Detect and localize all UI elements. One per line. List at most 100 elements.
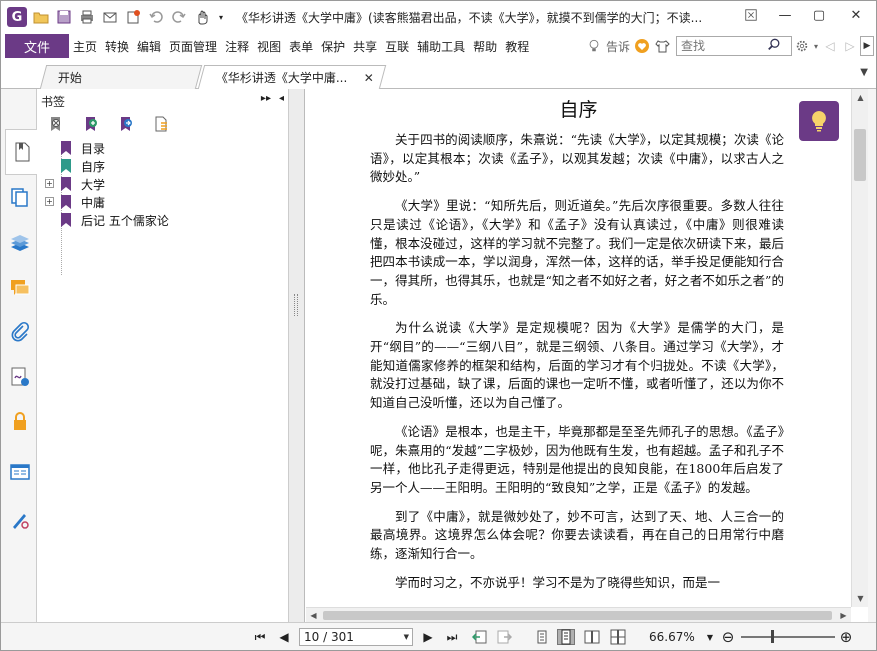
settings-dropdown-icon[interactable]: ▾ [812, 36, 820, 56]
bookmark-item-contents[interactable]: 目录 [45, 139, 285, 157]
menu-edit[interactable]: 编辑 [133, 35, 165, 57]
settings-gear-icon[interactable] [792, 36, 812, 56]
customize-icon[interactable]: ▾ [216, 8, 226, 26]
open-folder-icon[interactable] [32, 8, 50, 26]
menu-protect[interactable]: 保护 [317, 35, 349, 57]
menu-home[interactable]: 主页 [69, 35, 101, 57]
scroll-right-icon[interactable]: ▶ [836, 608, 851, 623]
panel-expand-icon[interactable]: ▸▸ [261, 93, 271, 104]
scroll-up-icon[interactable]: ▲ [852, 89, 869, 106]
restore-ribbon-icon[interactable] [734, 1, 768, 29]
first-page-icon[interactable]: ⏮ [251, 629, 269, 645]
expand-icon[interactable]: + [45, 179, 54, 188]
zoom-slider-thumb[interactable] [771, 630, 774, 643]
panel-splitter[interactable] [289, 89, 305, 622]
rail-bookmarks[interactable] [5, 129, 38, 175]
tab-close-icon[interactable]: ✕ [364, 71, 374, 85]
bookmark-panel-title: 书签 [41, 95, 66, 109]
rail-comments-icon[interactable] [5, 273, 35, 303]
add-bookmark-icon[interactable] [82, 115, 100, 133]
email-icon[interactable] [101, 8, 119, 26]
nav-forward-icon[interactable]: ▷ [840, 36, 860, 56]
vertical-scrollbar[interactable]: ▲ ▼ [851, 89, 868, 607]
bookmark-flag-icon [61, 141, 71, 155]
zoom-dropdown-icon[interactable]: ▼ [705, 629, 715, 645]
menu-connect[interactable]: 互联 [381, 35, 413, 57]
nav-back-icon[interactable]: ◁ [820, 36, 840, 56]
rail-pages-icon[interactable] [5, 182, 35, 212]
last-page-icon[interactable]: ⏭ [443, 629, 461, 645]
continuous-facing-view-icon[interactable] [609, 629, 627, 645]
lightbulb-icon [584, 36, 604, 56]
expand-icon[interactable]: + [45, 197, 54, 206]
rail-accessibility-icon[interactable] [5, 505, 35, 535]
print-icon[interactable] [78, 8, 96, 26]
maximize-button[interactable]: ▢ [802, 1, 836, 29]
app-logo-icon[interactable]: G [7, 7, 27, 27]
bookmark-item-zhongyong[interactable]: + 中庸 [45, 193, 285, 211]
scroll-left-icon[interactable]: ◀ [306, 608, 321, 623]
heart-icon[interactable] [632, 36, 652, 56]
continuous-view-icon[interactable] [557, 629, 575, 645]
rail-layers-icon[interactable] [5, 229, 35, 259]
tab-start[interactable]: 开始 [39, 65, 203, 89]
splitter-grip[interactable] [294, 294, 298, 316]
page-number-field[interactable]: 10 / 301 ▼ [299, 628, 413, 646]
file-menu-button[interactable]: 文件 [5, 34, 69, 58]
bookmark-options-icon[interactable] [152, 115, 170, 133]
previous-page-icon[interactable]: ◀ [275, 629, 293, 645]
bookmark-item-afterword[interactable]: 后记 五个儒家论 [45, 211, 285, 229]
menu-convert[interactable]: 转换 [101, 35, 133, 57]
tab-document[interactable]: 《华杉讲透《大学中庸... ✕ [197, 65, 387, 89]
window-controls: — ▢ ✕ [734, 1, 876, 33]
undo-icon[interactable] [147, 8, 165, 26]
menu-form[interactable]: 表单 [285, 35, 317, 57]
zoom-out-icon[interactable]: ⊖ [719, 628, 737, 646]
rail-attachments-icon[interactable] [5, 317, 35, 347]
search-icon[interactable] [767, 38, 781, 55]
menu-comment[interactable]: 注释 [221, 35, 253, 57]
hand-tool-icon[interactable] [193, 8, 211, 26]
bookmark-label: 目录 [81, 141, 106, 156]
zoom-slider-track[interactable] [741, 636, 835, 638]
panel-collapse-icon[interactable]: ◂ [279, 93, 284, 104]
bookmark-item-preface[interactable]: 自序 [45, 157, 285, 175]
single-page-view-icon[interactable] [533, 629, 551, 645]
delete-bookmark-icon[interactable] [47, 115, 65, 133]
menu-tutorial[interactable]: 教程 [501, 35, 533, 57]
scroll-down-icon[interactable]: ▼ [852, 590, 869, 607]
minimize-button[interactable]: — [768, 1, 802, 29]
menu-help[interactable]: 帮助 [469, 35, 501, 57]
close-button[interactable]: ✕ [836, 1, 876, 29]
paragraph: 学而时习之，不亦说乎！学习不是为了晓得些知识，而是一 [395, 574, 721, 590]
save-icon[interactable] [55, 8, 73, 26]
vertical-scroll-thumb[interactable] [854, 129, 866, 181]
menu-view[interactable]: 视图 [253, 35, 285, 57]
bookmark-item-daxue[interactable]: + 大学 [45, 175, 285, 193]
next-view-icon[interactable] [495, 629, 513, 645]
search-input[interactable] [681, 39, 767, 53]
tab-list-dropdown-icon[interactable]: ▼ [860, 67, 868, 78]
menu-page-management[interactable]: 页面管理 [165, 35, 221, 57]
redo-icon[interactable] [170, 8, 188, 26]
add-child-bookmark-icon[interactable] [117, 115, 135, 133]
zoom-level[interactable]: 66.67% [649, 630, 695, 644]
facing-view-icon[interactable] [583, 629, 601, 645]
next-page-icon[interactable]: ▶ [419, 629, 437, 645]
horizontal-scrollbar[interactable]: ◀ ▶ [306, 607, 851, 622]
previous-view-icon[interactable] [471, 629, 489, 645]
rail-content-icon[interactable] [5, 457, 35, 487]
skin-icon[interactable] [652, 36, 672, 56]
tell-me-label[interactable]: 告诉 [604, 35, 632, 57]
reading-tips-button[interactable] [799, 101, 839, 141]
ribbon-expand-icon[interactable]: ▶ [860, 36, 874, 56]
page-dropdown-icon[interactable]: ▼ [404, 633, 409, 641]
horizontal-scroll-thumb[interactable] [323, 611, 832, 620]
rail-security-icon[interactable] [5, 407, 35, 437]
bookmark-label: 大学 [81, 177, 106, 192]
zoom-in-icon[interactable]: ⊕ [837, 628, 855, 646]
rail-signatures-icon[interactable] [5, 362, 35, 392]
menu-share[interactable]: 共享 [349, 35, 381, 57]
menu-accessibility[interactable]: 辅助工具 [413, 35, 469, 57]
new-icon[interactable] [124, 8, 142, 26]
